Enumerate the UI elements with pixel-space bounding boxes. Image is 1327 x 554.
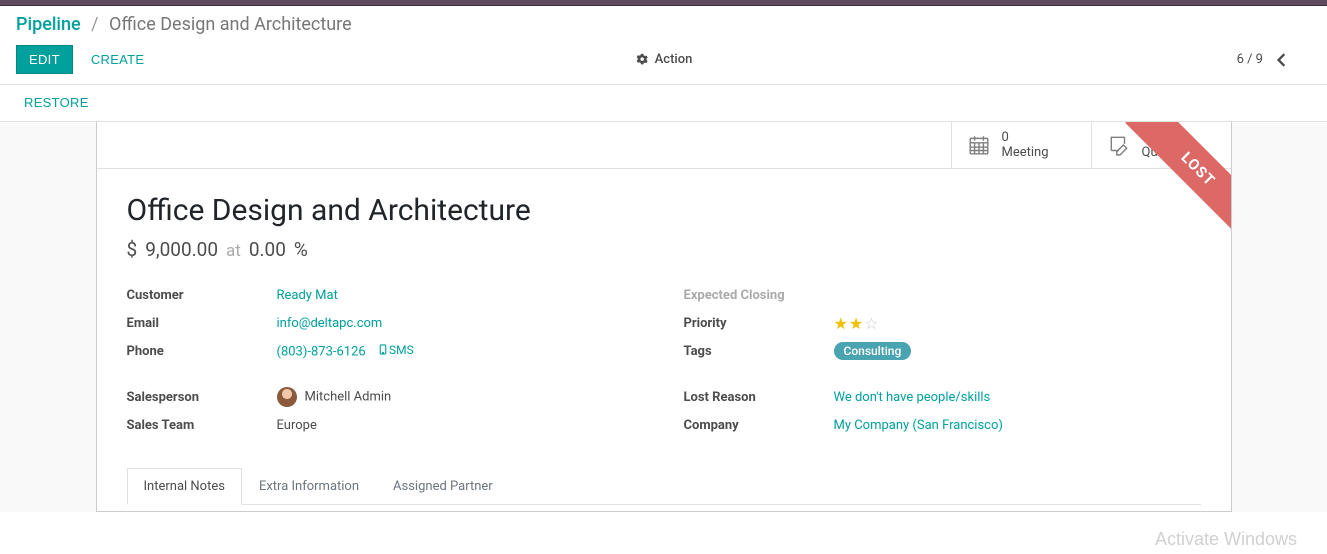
percent-symbol: % xyxy=(294,238,308,261)
right-column: Expected Closing Priority ★★☆ Tags Consu… xyxy=(684,285,1201,443)
priority-stars[interactable]: ★★☆ xyxy=(834,314,880,333)
tags-label: Tags xyxy=(684,344,834,359)
edit-button[interactable]: EDIT xyxy=(16,45,73,74)
star-2-icon[interactable]: ★ xyxy=(849,314,864,333)
create-button[interactable]: CREATE xyxy=(91,52,145,67)
sms-link[interactable]: SMS xyxy=(379,343,414,357)
tab-assigned-partner[interactable]: Assigned Partner xyxy=(376,468,510,505)
chevron-left-icon[interactable] xyxy=(1277,53,1287,67)
form-sheet-bg: 0 Meeting 0 Quotations LOST Office Desig… xyxy=(0,122,1327,512)
gear-icon xyxy=(635,53,649,67)
salesperson-label: Salesperson xyxy=(127,390,277,405)
salesteam-label: Sales Team xyxy=(127,418,277,433)
salesteam-value: Europe xyxy=(277,418,317,433)
company-label: Company xyxy=(684,418,834,433)
sms-label: SMS xyxy=(389,343,414,357)
phone-link[interactable]: (803)-873-6126 xyxy=(277,344,366,359)
mobile-icon xyxy=(379,344,387,355)
expected-revenue: 9,000.00 xyxy=(145,238,218,261)
breadcrumb-current: Office Design and Architecture xyxy=(109,14,352,35)
form-body: Office Design and Architecture $ 9,000.0… xyxy=(97,169,1231,511)
tabs: Internal Notes Extra Information Assigne… xyxy=(127,467,1201,505)
lost-reason-label: Lost Reason xyxy=(684,390,834,405)
windows-watermark: Activate Windows xyxy=(1155,529,1297,550)
stat-buttons: 0 Meeting 0 Quotations xyxy=(97,122,1231,169)
breadcrumb-sep: / xyxy=(85,14,104,35)
breadcrumb: Pipeline / Office Design and Architectur… xyxy=(0,6,1327,39)
stat-meeting[interactable]: 0 Meeting xyxy=(951,122,1091,168)
stat-meeting-label: Meeting xyxy=(1002,145,1049,160)
tab-extra-information[interactable]: Extra Information xyxy=(242,468,376,505)
breadcrumb-root[interactable]: Pipeline xyxy=(16,14,81,35)
pager: 6 / 9 xyxy=(1237,52,1311,67)
lost-reason-link[interactable]: We don't have people/skills xyxy=(834,390,991,405)
probability: 0.00 xyxy=(249,238,286,261)
restore-button[interactable]: RESTORE xyxy=(24,95,89,110)
edit-note-icon xyxy=(1108,134,1130,156)
expected-closing-label: Expected Closing xyxy=(684,288,834,303)
customer-link[interactable]: Ready Mat xyxy=(277,288,338,303)
at-label: at xyxy=(226,241,241,261)
currency-symbol: $ xyxy=(127,238,138,261)
salesperson-value: Mitchell Admin xyxy=(305,389,392,404)
status-bar: RESTORE xyxy=(0,85,1327,122)
star-1-icon[interactable]: ★ xyxy=(834,314,849,333)
customer-label: Customer xyxy=(127,288,277,303)
tab-internal-notes[interactable]: Internal Notes xyxy=(127,468,242,505)
priority-label: Priority xyxy=(684,316,834,331)
calendar-icon xyxy=(968,134,990,156)
action-label: Action xyxy=(655,52,693,67)
avatar xyxy=(277,387,297,407)
tag-consulting[interactable]: Consulting xyxy=(834,342,912,360)
form-sheet: 0 Meeting 0 Quotations LOST Office Desig… xyxy=(96,122,1232,512)
email-label: Email xyxy=(127,316,277,331)
company-link[interactable]: My Company (San Francisco) xyxy=(834,418,1003,433)
left-column: Customer Ready Mat Email info@deltapc.co… xyxy=(127,285,644,443)
email-link[interactable]: info@deltapc.com xyxy=(277,316,383,331)
phone-label: Phone xyxy=(127,344,277,359)
action-dropdown[interactable]: Action xyxy=(635,52,693,67)
control-bar: EDIT CREATE Action 6 / 9 xyxy=(0,39,1327,85)
star-3-icon[interactable]: ☆ xyxy=(864,314,879,333)
pager-position: 6 / 9 xyxy=(1237,52,1263,67)
stat-meeting-count: 0 xyxy=(1002,130,1049,145)
record-title: Office Design and Architecture xyxy=(127,193,1201,228)
